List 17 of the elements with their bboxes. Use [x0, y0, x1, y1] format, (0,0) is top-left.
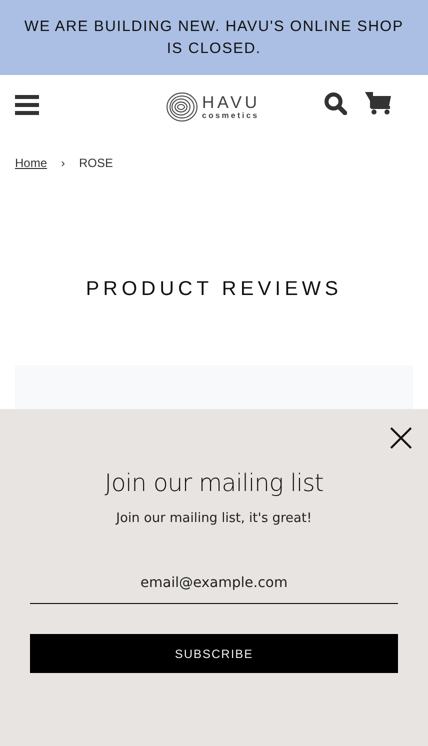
announcement-text: WE ARE BUILDING NEW. HAVU'S ONLINE SHOP IS CLOSED.	[23, 16, 405, 58]
popup-subtitle: Join our mailing list, it's great!	[116, 511, 312, 526]
breadcrumb-link[interactable]: Home	[15, 156, 48, 170]
logo-name: HAVU	[202, 94, 260, 111]
search-icon[interactable]	[324, 92, 347, 114]
email-field[interactable]: email@example.com	[30, 569, 398, 604]
breadcrumb-separator: ›	[61, 156, 66, 170]
subscribe-button[interactable]: SUBSCRIBE	[30, 634, 398, 673]
menu-icon[interactable]	[15, 95, 39, 115]
popup-title: Join our mailing list	[104, 469, 324, 497]
logo[interactable]: HAVU cosmetics	[166, 92, 260, 122]
cart-icon[interactable]	[365, 91, 392, 115]
breadcrumb-current: ROSE	[79, 156, 114, 170]
rings-icon	[166, 92, 198, 122]
close-icon[interactable]	[390, 427, 412, 449]
page-title: PRODUCT REVIEWS	[84, 278, 344, 301]
logo-tagline: cosmetics	[202, 112, 260, 120]
